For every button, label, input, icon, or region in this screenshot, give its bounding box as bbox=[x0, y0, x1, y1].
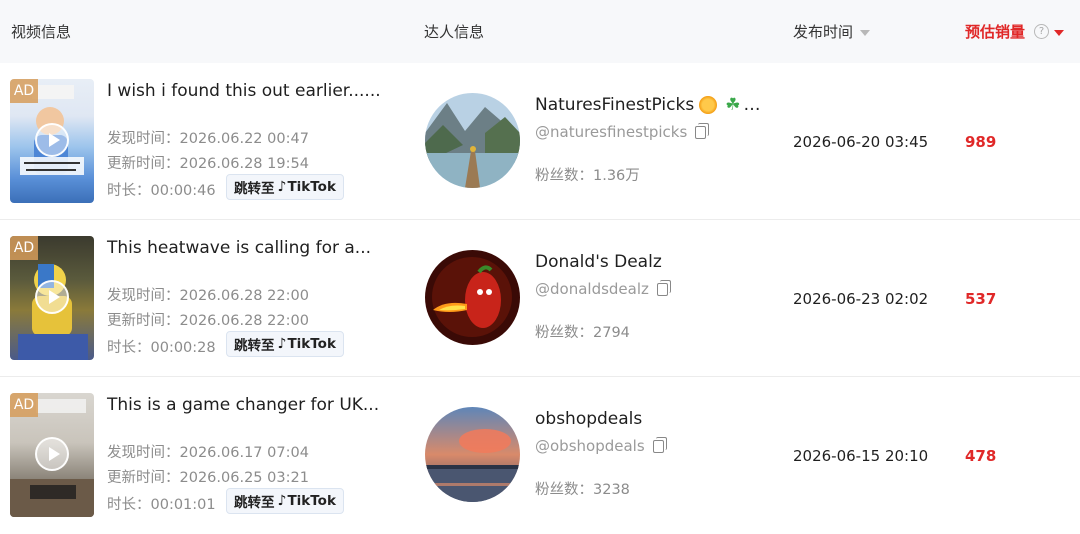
ad-badge: AD bbox=[10, 79, 38, 103]
sun-emoji-icon bbox=[699, 96, 718, 114]
video-duration: 时长：00:01:01 bbox=[107, 497, 216, 513]
estimated-sales: 537 bbox=[965, 290, 997, 308]
column-header-creator-info: 达人信息 bbox=[424, 23, 485, 41]
creator-handle: @obshopdeals bbox=[535, 436, 667, 455]
follower-count: 粉丝数：2794 bbox=[535, 325, 630, 341]
estimated-sales: 478 bbox=[965, 447, 997, 465]
clover-emoji-icon: ☘ bbox=[725, 95, 741, 115]
follower-count: 粉丝数：3238 bbox=[535, 482, 630, 498]
video-thumbnail[interactable]: AD bbox=[10, 393, 94, 517]
video-duration: 时长：00:00:46 bbox=[107, 183, 216, 199]
video-duration: 时长：00:00:28 bbox=[107, 340, 216, 356]
avatar-art bbox=[425, 250, 520, 345]
table-row: AD This heatwave is calling for a... 发现时… bbox=[0, 220, 1080, 377]
creator-name[interactable]: Donald's Dealz bbox=[535, 252, 662, 272]
avatar-art bbox=[425, 407, 520, 502]
ad-badge: AD bbox=[10, 393, 38, 417]
creator-name[interactable]: obshopdeals bbox=[535, 409, 642, 429]
play-icon[interactable] bbox=[35, 123, 69, 157]
sort-down-active-icon[interactable] bbox=[1054, 29, 1065, 36]
copy-icon[interactable] bbox=[695, 122, 710, 139]
video-title[interactable]: This is a game changer for UK... bbox=[107, 395, 379, 415]
update-time: 更新时间：2026.06.28 22:00 bbox=[107, 313, 309, 329]
table-row: AD I wish i found this out earlier......… bbox=[0, 63, 1080, 220]
discover-time: 发现时间：2026.06.28 22:00 bbox=[107, 288, 309, 304]
play-icon[interactable] bbox=[35, 280, 69, 314]
estimated-sales: 989 bbox=[965, 133, 997, 151]
video-thumbnail[interactable]: AD bbox=[10, 236, 94, 360]
play-icon[interactable] bbox=[35, 437, 69, 471]
jump-to-tiktok-button[interactable]: 跳转至 ♪ TikTok bbox=[226, 488, 344, 514]
follower-count: 粉丝数：1.36万 bbox=[535, 168, 640, 184]
jump-to-tiktok-button[interactable]: 跳转至 ♪ TikTok bbox=[226, 331, 344, 357]
copy-icon[interactable] bbox=[656, 279, 671, 296]
publish-time: 2026-06-23 02:02 bbox=[793, 290, 929, 308]
discover-time: 发现时间：2026.06.22 00:47 bbox=[107, 131, 309, 147]
discover-time: 发现时间：2026.06.17 07:04 bbox=[107, 445, 309, 461]
jump-to-tiktok-button[interactable]: 跳转至 ♪ TikTok bbox=[226, 174, 344, 200]
help-icon[interactable]: ? bbox=[1034, 24, 1050, 39]
video-title[interactable]: I wish i found this out earlier...... bbox=[107, 81, 381, 101]
column-header-publish-time[interactable]: 发布时间 bbox=[793, 21, 871, 42]
copy-icon[interactable] bbox=[652, 436, 667, 453]
creator-avatar[interactable] bbox=[425, 407, 520, 502]
video-title[interactable]: This heatwave is calling for a... bbox=[107, 238, 371, 258]
column-header-est-sales[interactable]: 预估销量 ? bbox=[965, 21, 1065, 42]
table-row: AD This is a game changer for UK... 发现时间… bbox=[0, 377, 1080, 534]
update-time: 更新时间：2026.06.28 19:54 bbox=[107, 156, 309, 172]
update-time: 更新时间：2026.06.25 03:21 bbox=[107, 470, 309, 486]
video-thumbnail[interactable]: AD bbox=[10, 79, 94, 203]
creator-handle: @donaldsdealz bbox=[535, 279, 671, 298]
column-header-video-info: 视频信息 bbox=[11, 23, 72, 41]
tiktok-icon: ♪ bbox=[277, 179, 287, 195]
publish-time: 2026-06-15 20:10 bbox=[793, 447, 929, 465]
tiktok-icon: ♪ bbox=[277, 493, 287, 509]
table-header: 视频信息 达人信息 发布时间 预估销量 ? bbox=[0, 0, 1080, 63]
creator-avatar[interactable] bbox=[425, 250, 520, 345]
creator-handle: @naturesfinestpicks bbox=[535, 122, 710, 141]
avatar-art bbox=[425, 93, 520, 188]
creator-avatar[interactable] bbox=[425, 93, 520, 188]
name-ellipsis: … bbox=[743, 95, 761, 115]
ad-badge: AD bbox=[10, 236, 38, 260]
publish-time: 2026-06-20 03:45 bbox=[793, 133, 929, 151]
sort-down-icon[interactable] bbox=[860, 29, 871, 36]
creator-name[interactable]: NaturesFinestPicks ☘ … bbox=[535, 95, 760, 115]
tiktok-icon: ♪ bbox=[277, 336, 287, 352]
